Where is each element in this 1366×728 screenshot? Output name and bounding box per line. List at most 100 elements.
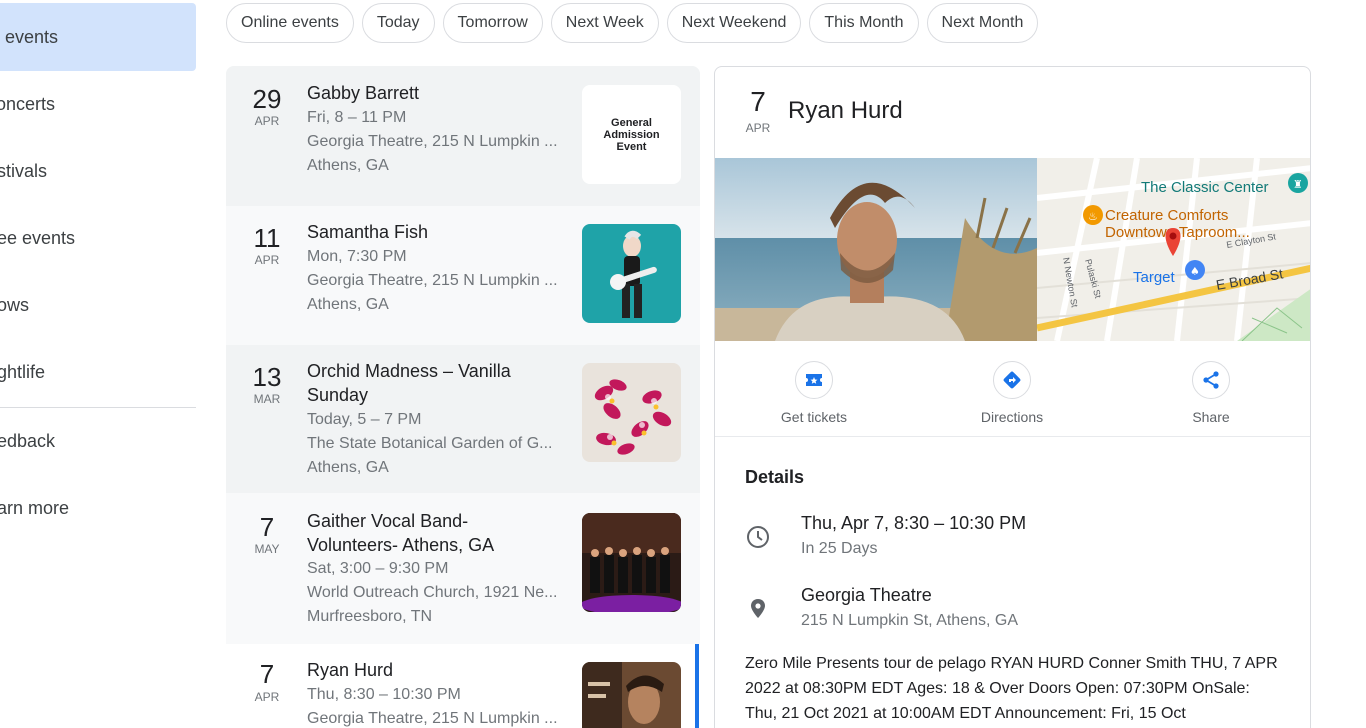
chip-online-events[interactable]: Online events xyxy=(226,3,354,43)
event-item-selected[interactable]: 7 APR Ryan Hurd Thu, 8:30 – 10:30 PM Geo… xyxy=(226,644,700,728)
sidebar-item-label: arn more xyxy=(0,497,70,518)
event-day: 29 xyxy=(252,84,282,114)
sidebar-item-label: l events xyxy=(0,26,59,47)
event-venue-address: 215 N Lumpkin St, Athens, GA xyxy=(801,612,1019,629)
event-thumbnail xyxy=(582,513,681,612)
event-description: Zero Mile Presents tour de pelago RYAN H… xyxy=(745,655,1278,722)
event-city: Murfreesboro, TN xyxy=(307,608,433,625)
event-time: Sat, 3:00 – 9:30 PM xyxy=(307,560,449,577)
event-day: 7 xyxy=(259,659,275,689)
share-icon xyxy=(1192,361,1230,399)
event-venue: World Outreach Church, 1921 Ne... xyxy=(307,584,558,601)
chip-next-month[interactable]: Next Month xyxy=(926,3,1039,43)
sidebar-item-label: ee events xyxy=(0,227,76,248)
directions-icon xyxy=(993,361,1031,399)
event-day: 11 xyxy=(253,223,281,253)
event-venue: Georgia Theatre, 215 N Lumpkin ... xyxy=(307,710,558,727)
ticket-icon xyxy=(795,361,833,399)
event-month: MAR xyxy=(253,392,281,406)
event-hero-photo[interactable] xyxy=(715,158,1037,341)
event-item[interactable]: 29 APR Gabby Barrett Fri, 8 – 11 PM Geor… xyxy=(226,66,700,206)
sidebar-item-label: stivals xyxy=(0,160,48,181)
get-tickets-label: Get tickets xyxy=(780,409,848,425)
share-label: Share xyxy=(1192,409,1230,425)
attraction-icon: ♜ xyxy=(1293,178,1303,191)
event-venue-name[interactable]: Georgia Theatre xyxy=(801,585,932,606)
event-item[interactable]: 7 MAY Gaither Vocal Band- Volunteers- At… xyxy=(226,493,700,644)
band-photo xyxy=(582,513,681,612)
event-title: Samantha Fish xyxy=(307,222,429,242)
event-month: MAY xyxy=(254,542,280,556)
sidebar-item-nightlife[interactable]: ghtlife xyxy=(0,338,196,406)
event-thumbnail xyxy=(582,224,681,323)
guitarist-photo xyxy=(582,224,681,323)
sidebar-item-label: ows xyxy=(0,294,30,315)
event-time: Thu, 8:30 – 10:30 PM xyxy=(307,686,461,703)
event-time: Fri, 8 – 11 PM xyxy=(307,109,407,126)
event-day: 7 xyxy=(259,512,275,542)
event-datetime: Thu, Apr 7, 8:30 – 10:30 PM xyxy=(801,513,1027,533)
map-label-creature-comforts: Creature Comforts xyxy=(1105,207,1228,224)
event-relative-time: In 25 Days xyxy=(801,540,878,557)
event-map[interactable]: ♜ The Classic Center ♨ Creature Comforts… xyxy=(1037,158,1310,341)
sidebar-item-shows[interactable]: ows xyxy=(0,271,196,339)
map-label-classic-center: The Classic Center xyxy=(1141,179,1269,196)
detail-day: 7 xyxy=(750,86,766,117)
directions-button[interactable]: Directions xyxy=(947,361,1077,425)
event-time: Mon, 7:30 PM xyxy=(307,248,407,265)
detail-title: Ryan Hurd xyxy=(788,97,903,124)
sidebar-item-festivals[interactable]: stivals xyxy=(0,137,196,205)
event-day: 13 xyxy=(252,362,282,392)
shopping-icon: ♠ xyxy=(1190,265,1200,278)
event-city: Athens, GA xyxy=(307,157,389,174)
sidebar-item-label: edback xyxy=(0,430,56,451)
ryan-hurd-photo xyxy=(715,158,1037,341)
sidebar-item-all-events[interactable]: l events xyxy=(0,3,196,71)
map-view: ♜ The Classic Center ♨ Creature Comforts… xyxy=(1037,158,1310,341)
selected-indicator xyxy=(695,644,699,728)
details-heading: Details xyxy=(745,467,805,487)
event-item[interactable]: 13 MAR Orchid Madness – Vanilla Sunday T… xyxy=(226,345,700,493)
chip-next-week[interactable]: Next Week xyxy=(550,3,659,43)
event-title: Gabby Barrett xyxy=(307,83,420,103)
chip-tomorrow[interactable]: Tomorrow xyxy=(442,3,543,43)
event-item[interactable]: 11 APR Samantha Fish Mon, 7:30 PM Georgi… xyxy=(226,206,700,345)
sidebar-item-concerts[interactable]: oncerts xyxy=(0,70,196,138)
event-venue: Georgia Theatre, 215 N Lumpkin ... xyxy=(307,272,558,289)
directions-label: Directions xyxy=(980,409,1044,425)
event-thumbnail: General Admission Event xyxy=(582,85,681,184)
event-venue: Georgia Theatre, 215 N Lumpkin ... xyxy=(307,133,558,150)
event-month: APR xyxy=(254,253,280,267)
event-city: Athens, GA xyxy=(307,296,389,313)
event-title: Orchid Madness – Vanilla Sunday xyxy=(307,361,511,405)
sidebar-item-feedback[interactable]: edback xyxy=(0,407,196,475)
event-city: Athens, GA xyxy=(307,459,389,476)
actions-divider xyxy=(715,436,1310,437)
event-list: 29 APR Gabby Barrett Fri, 8 – 11 PM Geor… xyxy=(226,66,700,728)
event-title: Ryan Hurd xyxy=(307,660,394,680)
chip-next-weekend[interactable]: Next Weekend xyxy=(666,3,802,43)
event-month: APR xyxy=(254,690,280,704)
get-tickets-button[interactable]: Get tickets xyxy=(749,361,879,425)
sidebar-item-label: ghtlife xyxy=(0,361,46,382)
chip-today[interactable]: Today xyxy=(361,3,435,43)
ryan-hurd-thumb xyxy=(582,662,681,728)
chip-this-month[interactable]: This Month xyxy=(809,3,919,43)
event-detail-panel: 7 APR Ryan Hurd ♜ The Classic Center ♨ C… xyxy=(714,66,1311,728)
event-thumbnail xyxy=(582,662,681,728)
map-label-target: Target xyxy=(1133,269,1176,286)
orchid-photo xyxy=(582,363,681,462)
location-pin-icon xyxy=(745,596,771,622)
sidebar-item-free-events[interactable]: ee events xyxy=(0,204,196,272)
event-title: Gaither Vocal Band- Volunteers- Athens, … xyxy=(307,511,495,555)
sidebar-item-learn-more[interactable]: arn more xyxy=(0,474,196,542)
event-time: Today, 5 – 7 PM xyxy=(307,411,422,428)
sidebar: l events oncerts stivals ee events ows g… xyxy=(0,0,196,728)
clock-icon xyxy=(745,524,771,550)
event-venue: The State Botanical Garden of G... xyxy=(307,435,553,452)
filter-chips: Online events Today Tomorrow Next Week N… xyxy=(226,3,1039,43)
event-thumbnail xyxy=(582,363,681,462)
restaurant-icon: ♨ xyxy=(1088,210,1098,223)
detail-month: APR xyxy=(745,121,771,135)
share-button[interactable]: Share xyxy=(1146,361,1276,425)
